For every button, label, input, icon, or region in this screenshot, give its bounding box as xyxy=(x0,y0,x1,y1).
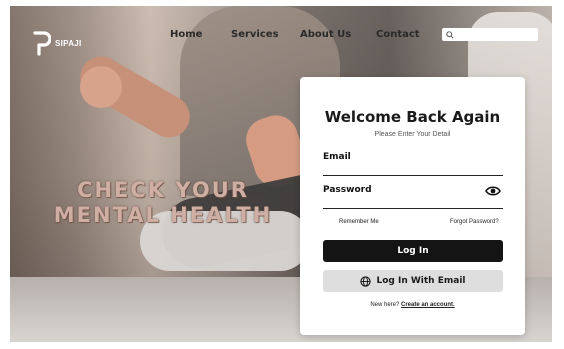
hero-line-2: MENTAL HEALTH xyxy=(53,203,273,227)
background-image: SIPAJI Home Services About Us Contact CH… xyxy=(10,6,552,342)
nav-home[interactable]: Home xyxy=(170,29,202,40)
signup-prompt: New here? Create an account. xyxy=(300,302,525,308)
email-field[interactable] xyxy=(323,161,503,176)
background-hand xyxy=(80,66,122,108)
brand-name: SIPAJI xyxy=(55,38,82,48)
nav-contact[interactable]: Contact xyxy=(376,29,420,40)
remember-me-label[interactable]: Remember Me xyxy=(339,219,379,225)
nav-about-us[interactable]: About Us xyxy=(300,29,351,40)
nav-services[interactable]: Services xyxy=(231,29,279,40)
create-account-link[interactable]: Create an account. xyxy=(401,302,455,308)
login-title: Welcome Back Again xyxy=(324,108,501,126)
password-field[interactable] xyxy=(323,194,503,209)
forgot-password-link[interactable]: Forgot Password? xyxy=(450,219,499,225)
login-with-email-label: Log In With Email xyxy=(376,276,466,286)
login-with-email-button[interactable]: Log In With Email xyxy=(323,270,503,292)
hero-line-1: CHECK YOUR xyxy=(77,178,249,202)
login-card: Welcome Back Again Please Enter Your Det… xyxy=(300,77,525,335)
search-input[interactable] xyxy=(456,29,538,40)
eye-icon[interactable] xyxy=(485,184,501,196)
globe-icon xyxy=(360,275,372,287)
new-here-text: New here? xyxy=(370,302,400,308)
search-icon xyxy=(444,29,456,41)
login-subtitle: Please Enter Your Detail xyxy=(374,131,451,138)
search-box[interactable] xyxy=(442,28,538,41)
logo-icon xyxy=(33,30,51,56)
hero-headline: CHECK YOUR MENTAL HEALTH xyxy=(18,178,308,228)
brand-logo[interactable]: SIPAJI xyxy=(33,30,82,56)
login-button[interactable]: Log In xyxy=(323,240,503,262)
